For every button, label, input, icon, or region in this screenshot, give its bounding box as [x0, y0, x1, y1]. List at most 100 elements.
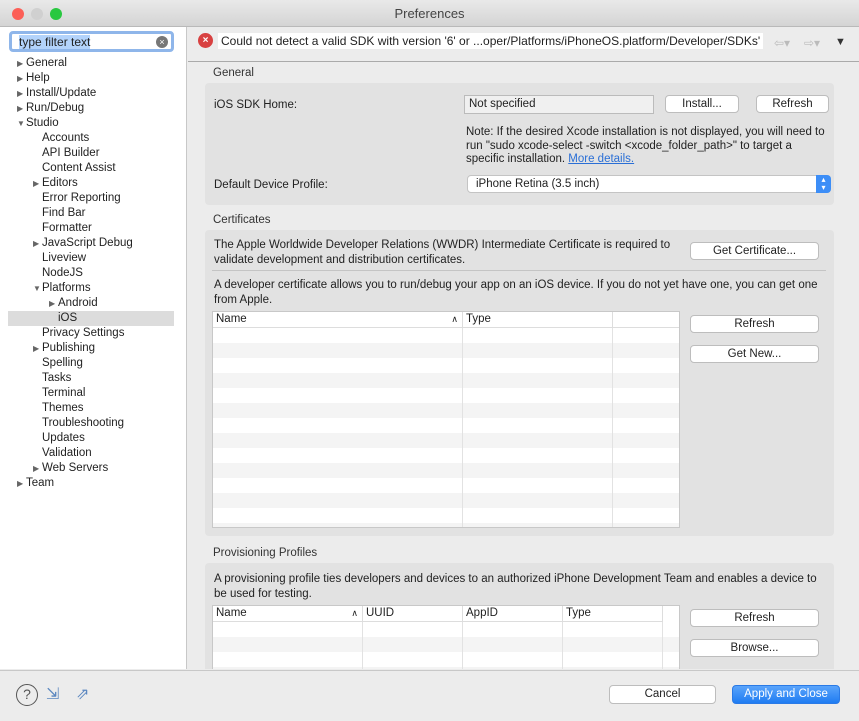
minimize-window-button[interactable]	[31, 8, 43, 20]
certificates-refresh-button[interactable]: Refresh	[690, 315, 819, 333]
get-certificate-button[interactable]: Get Certificate...	[690, 242, 819, 260]
table-row[interactable]	[213, 448, 679, 463]
sdk-refresh-button[interactable]: Refresh	[756, 95, 829, 113]
tree-item-error-reporting[interactable]: Error Reporting	[42, 191, 121, 206]
table-row[interactable]	[213, 343, 679, 358]
filter-input[interactable]: type filter text ×	[9, 31, 174, 52]
tree-item-liveview[interactable]: Liveview	[42, 251, 86, 266]
expand-arrow-icon[interactable]: ▶	[17, 56, 23, 71]
table-row[interactable]	[213, 328, 679, 343]
provisioning-table[interactable]: Name ∧ UUID AppID Type	[212, 605, 680, 669]
expand-arrow-icon[interactable]: ▶	[17, 86, 23, 101]
column-header-name[interactable]: Name ∧	[213, 312, 463, 328]
tree-item-web-servers[interactable]: ▶ Web Servers	[33, 461, 108, 476]
column-header-type[interactable]: Type	[563, 606, 663, 622]
certificates-section-title: Certificates	[213, 214, 271, 226]
help-icon[interactable]: ?	[16, 684, 38, 706]
tree-item-terminal[interactable]: Terminal	[42, 386, 85, 401]
tree-item-tasks[interactable]: Tasks	[42, 371, 71, 386]
expand-arrow-icon[interactable]: ▶	[33, 461, 39, 476]
table-row[interactable]	[213, 622, 679, 637]
tree-item-general[interactable]: ▶ General	[17, 56, 67, 71]
table-row[interactable]	[213, 463, 679, 478]
tree-item-updates[interactable]: Updates	[42, 431, 85, 446]
device-profile-select[interactable]: iPhone Retina (3.5 inch) ▴ ▾	[467, 175, 831, 193]
tree-item-troubleshooting[interactable]: Troubleshooting	[42, 416, 124, 431]
tree-item-privacy-settings[interactable]: Privacy Settings	[42, 326, 124, 341]
tree-item-content-assist[interactable]: Content Assist	[42, 161, 116, 176]
zoom-window-button[interactable]	[50, 8, 62, 20]
tree-item-studio[interactable]: ▼ Studio	[17, 116, 59, 131]
column-header-type[interactable]: Type	[463, 312, 613, 328]
apply-and-close-button[interactable]: Apply and Close	[732, 685, 840, 704]
tree-item-help[interactable]: ▶ Help	[17, 71, 50, 86]
developer-cert-text: A developer certificate allows you to ru…	[214, 279, 818, 306]
tree-item-javascript-debug[interactable]: ▶ JavaScript Debug	[33, 236, 133, 251]
tree-item-run-debug[interactable]: ▶ Run/Debug	[17, 101, 84, 116]
back-icon[interactable]: ⇦▾	[774, 36, 790, 50]
expand-arrow-icon[interactable]: ▶	[17, 71, 23, 86]
tree-item-nodejs[interactable]: NodeJS	[42, 266, 83, 281]
tree-item-install-update[interactable]: ▶ Install/Update	[17, 86, 96, 101]
tree-item-accounts[interactable]: Accounts	[42, 131, 89, 146]
tree-item-label: Terminal	[42, 387, 86, 399]
table-row[interactable]	[213, 418, 679, 433]
table-row[interactable]	[213, 667, 679, 669]
tree-item-android[interactable]: ▶ Android	[49, 296, 98, 311]
import-icon[interactable]: ⇲	[46, 684, 68, 706]
tree-item-platforms[interactable]: ▼ Platforms	[33, 281, 91, 296]
sdk-home-field[interactable]: Not specified	[464, 95, 654, 114]
browse-button[interactable]: Browse...	[690, 639, 819, 657]
clear-filter-icon[interactable]: ×	[156, 36, 168, 48]
tree-item-label: Updates	[42, 432, 85, 444]
tree-item-validation[interactable]: Validation	[42, 446, 92, 461]
tree-item-publishing[interactable]: ▶ Publishing	[33, 341, 95, 356]
table-row[interactable]	[213, 508, 679, 523]
export-icon[interactable]: ⇗	[76, 684, 98, 706]
tree-item-label: Accounts	[42, 132, 90, 144]
column-header-name[interactable]: Name ∧	[213, 606, 363, 622]
provisioning-refresh-button[interactable]: Refresh	[690, 609, 819, 627]
table-row[interactable]	[213, 388, 679, 403]
table-row[interactable]	[213, 493, 679, 508]
table-row[interactable]	[213, 358, 679, 373]
install-button[interactable]: Install...	[665, 95, 739, 113]
tree-item-editors[interactable]: ▶ Editors	[33, 176, 78, 191]
tree-item-api-builder[interactable]: API Builder	[42, 146, 100, 161]
table-row[interactable]	[213, 523, 679, 527]
cancel-button[interactable]: Cancel	[609, 685, 716, 704]
table-row[interactable]	[213, 433, 679, 448]
close-window-button[interactable]	[12, 8, 24, 20]
table-row[interactable]	[213, 373, 679, 388]
tree-item-formatter[interactable]: Formatter	[42, 221, 92, 236]
get-new-button[interactable]: Get New...	[690, 345, 819, 363]
table-row[interactable]	[213, 652, 679, 667]
tree-item-label: Formatter	[42, 222, 92, 234]
column-header-uuid[interactable]: UUID	[363, 606, 463, 622]
tree-item-label: Validation	[42, 447, 92, 459]
device-profile-label: Default Device Profile:	[214, 179, 328, 191]
view-menu-icon[interactable]: ▼	[835, 36, 846, 48]
tree-item-ios[interactable]: iOS	[8, 311, 174, 326]
tree-item-find-bar[interactable]: Find Bar	[42, 206, 85, 221]
wwdr-text: The Apple Worldwide Developer Relations …	[214, 239, 671, 266]
collapse-arrow-icon[interactable]: ▼	[17, 116, 25, 131]
collapse-arrow-icon[interactable]: ▼	[33, 281, 41, 296]
tree-item-label: Find Bar	[42, 207, 86, 219]
expand-arrow-icon[interactable]: ▶	[33, 176, 39, 191]
forward-icon[interactable]: ⇨▾	[804, 36, 820, 50]
table-row[interactable]	[213, 403, 679, 418]
tree-item-spelling[interactable]: Spelling	[42, 356, 83, 371]
table-row[interactable]	[213, 637, 679, 652]
certificates-table[interactable]: Name ∧ Type	[212, 311, 680, 528]
expand-arrow-icon[interactable]: ▶	[17, 476, 23, 491]
column-header-appid[interactable]: AppID	[463, 606, 563, 622]
tree-item-team[interactable]: ▶ Team	[17, 476, 54, 491]
expand-arrow-icon[interactable]: ▶	[33, 236, 39, 251]
expand-arrow-icon[interactable]: ▶	[33, 341, 39, 356]
more-details-link[interactable]: More details.	[568, 153, 634, 165]
table-row[interactable]	[213, 478, 679, 493]
tree-item-themes[interactable]: Themes	[42, 401, 84, 416]
expand-arrow-icon[interactable]: ▶	[17, 101, 23, 116]
expand-arrow-icon[interactable]: ▶	[49, 296, 55, 311]
